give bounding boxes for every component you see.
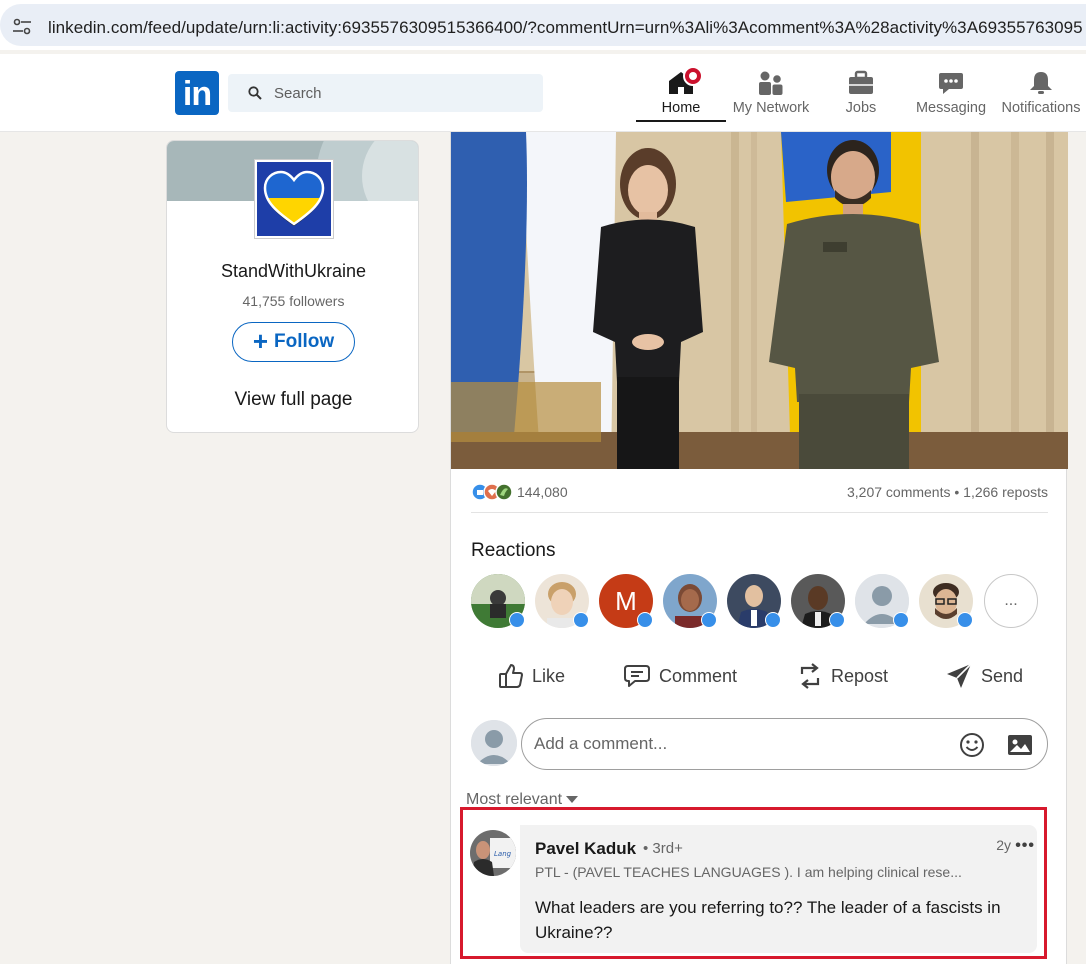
organization-name[interactable]: StandWithUkraine (167, 261, 418, 282)
bell-icon (1030, 72, 1052, 94)
briefcase-icon (849, 70, 873, 94)
like-badge-icon (957, 612, 973, 628)
post-photo (451, 132, 1068, 469)
browser-address-bar: linkedin.com/feed/update/urn:li:activity… (0, 0, 1086, 50)
send-label: Send (981, 665, 1024, 686)
post-image[interactable] (451, 132, 1068, 469)
comment-input[interactable] (534, 719, 934, 769)
nav-jobs[interactable]: Jobs (816, 66, 906, 132)
view-full-page-link[interactable]: View full page (167, 389, 418, 411)
like-badge-icon (637, 612, 653, 628)
comment-label: Comment (659, 665, 738, 686)
url-field[interactable]: linkedin.com/feed/update/urn:li:activity… (0, 4, 1086, 46)
url-text: linkedin.com/feed/update/urn:li:activity… (48, 18, 1083, 37)
like-label: Like (532, 665, 566, 686)
search-box[interactable] (228, 74, 543, 112)
nav-messaging-label: Messaging (915, 100, 987, 116)
nav-home[interactable]: Home (636, 66, 726, 132)
like-icon (499, 664, 523, 688)
highlight-box (460, 807, 1047, 959)
like-badge-icon (893, 612, 909, 628)
nav-my-network-label: My Network (732, 100, 810, 116)
search-icon (248, 86, 262, 100)
comment-button[interactable]: Comment (623, 654, 737, 698)
reactions-heading: Reactions (471, 540, 556, 561)
linkedin-nav-bar: in Home My Network (0, 54, 1086, 132)
repost-label: Repost (831, 665, 889, 686)
comment-composer[interactable] (521, 718, 1048, 770)
nav-notifications-label: Notifications (1001, 100, 1081, 116)
organization-card: StandWithUkraine 41,755 followers + Foll… (166, 140, 419, 433)
nav-notifications[interactable]: Notifications (996, 66, 1086, 132)
nav-jobs-label: Jobs (845, 100, 877, 116)
reaction-icons[interactable] (471, 483, 517, 501)
repost-icon (800, 663, 820, 689)
nav-messaging[interactable]: Messaging (906, 66, 996, 132)
nav-home-label: Home (661, 100, 701, 116)
send-icon (947, 663, 972, 688)
like-badge-icon (573, 612, 589, 628)
image-icon[interactable] (1007, 734, 1033, 756)
reactor-initial: M (615, 585, 637, 616)
heart-flag-icon (257, 162, 331, 236)
post-actions: Like Comment Repost Send (471, 654, 1048, 698)
follow-button[interactable]: + Follow (232, 322, 355, 362)
follow-label: Follow (274, 331, 335, 352)
reactors-list: M ... (471, 574, 1051, 630)
organization-logo[interactable] (254, 159, 334, 239)
notification-badge (683, 66, 703, 86)
nav-my-network[interactable]: My Network (726, 66, 816, 132)
social-counts: 144,080 3,207 comments • 1,266 reposts (471, 483, 1048, 513)
plus-icon: + (252, 325, 269, 356)
like-badge-icon (509, 612, 525, 628)
like-badge-icon (701, 612, 717, 628)
site-settings-icon[interactable] (12, 18, 32, 36)
reaction-count[interactable]: 144,080 (517, 484, 568, 500)
current-user-avatar[interactable] (471, 720, 517, 766)
like-badge-icon (829, 612, 845, 628)
send-button[interactable]: Send (945, 654, 1023, 698)
network-icon (759, 71, 783, 95)
repost-button[interactable]: Repost (797, 654, 888, 698)
caret-down-icon (566, 796, 579, 803)
like-badge-icon (765, 612, 781, 628)
follower-count: 41,755 followers (242, 293, 345, 309)
emoji-icon[interactable] (959, 732, 985, 758)
comment-icon (624, 665, 650, 687)
more-reactors-button[interactable]: ... (984, 574, 1038, 628)
like-button[interactable]: Like (498, 654, 565, 698)
search-input[interactable] (274, 74, 534, 112)
messaging-icon (939, 73, 963, 94)
comment-repost-count[interactable]: 3,207 comments • 1,266 reposts (847, 484, 1048, 500)
linkedin-logo[interactable]: in (175, 71, 219, 115)
